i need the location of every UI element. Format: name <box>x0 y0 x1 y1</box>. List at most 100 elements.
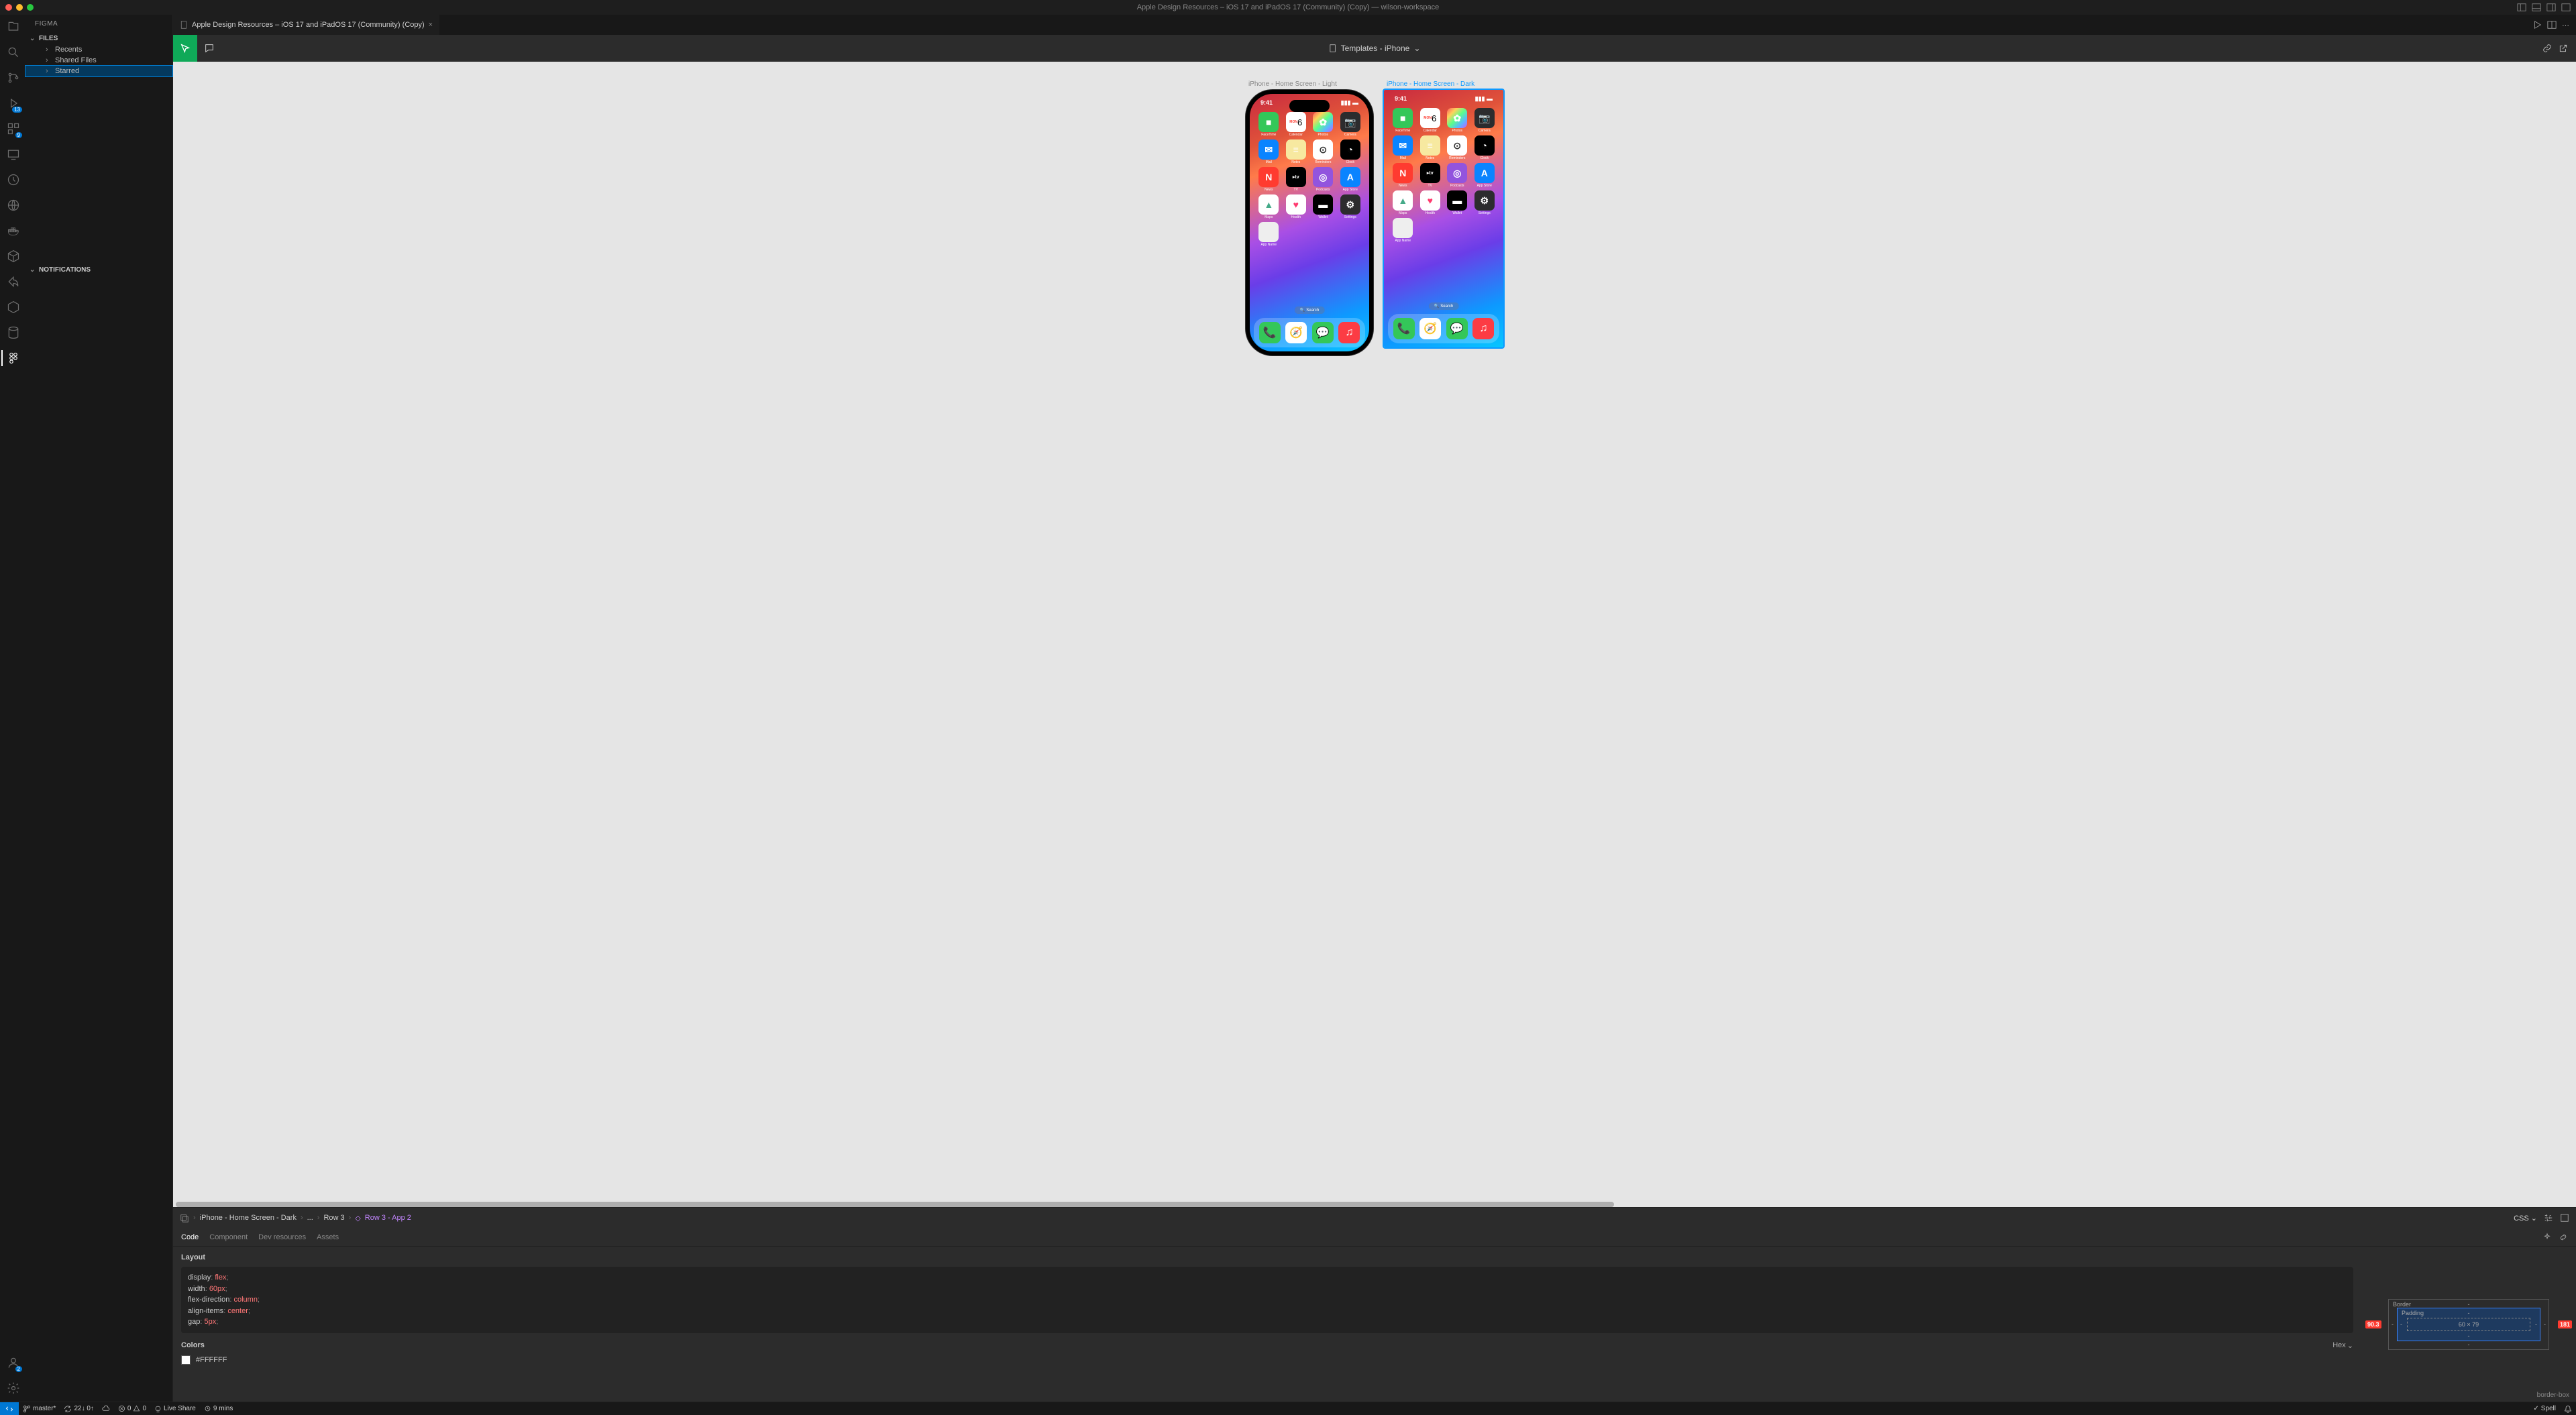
move-tool[interactable] <box>173 35 197 62</box>
color-format-selector[interactable]: Hex ⌄ <box>2332 1341 2353 1350</box>
app-icon-notes[interactable]: ≡Notes <box>1285 139 1307 164</box>
filter-icon[interactable] <box>2544 1213 2553 1223</box>
app-icon-health[interactable]: ♥Health <box>1285 194 1307 219</box>
dock-messages-icon[interactable]: 💬 <box>1312 322 1334 343</box>
errors-warnings[interactable]: 0 0 <box>114 1405 150 1412</box>
figma-canvas[interactable]: iPhone - Home Screen - Light 9:41 ▮▮▮ ▬ … <box>173 62 2576 1207</box>
comment-tool[interactable] <box>197 35 221 62</box>
app-icon-clock[interactable]: ◔Clock <box>1339 139 1362 164</box>
app-icon-maps[interactable]: ▲Maps <box>1391 190 1414 215</box>
notifications-icon[interactable] <box>2560 1405 2576 1413</box>
box-model-diagram[interactable]: - - - - Border Padding - - - - 60 <box>2388 1299 2549 1350</box>
frame-label[interactable]: iPhone - Home Screen - Dark <box>1387 80 1474 88</box>
app-icon-appname[interactable]: App Name <box>1391 218 1414 243</box>
window-maximize-button[interactable] <box>27 4 34 11</box>
tab-code[interactable]: Code <box>181 1233 199 1241</box>
cloud-status[interactable] <box>98 1405 114 1413</box>
dock-music-icon[interactable]: ♫ <box>1472 318 1494 339</box>
app-icon-appstore[interactable]: AApp Store <box>1473 163 1496 188</box>
ab-cloud[interactable] <box>5 197 21 213</box>
ab-share[interactable] <box>5 274 21 290</box>
ab-docker[interactable] <box>5 223 21 239</box>
panel-bottom-icon[interactable] <box>2532 3 2541 12</box>
iphone-screen[interactable]: 9:41 ▮▮▮ ▬ ■FaceTimeMON6Calendar✿Photos📷… <box>1250 94 1369 351</box>
frame-dark[interactable]: 9:41 ▮▮▮ ▬ ■FaceTimeMON6Calendar✿Photos📷… <box>1384 90 1503 347</box>
sidebar-item-shared[interactable]: ›Shared Files <box>25 55 172 66</box>
git-branch[interactable]: master* <box>19 1405 60 1413</box>
sidebar-section-notifications[interactable]: ⌄ NOTIFICATIONS <box>25 264 172 276</box>
tab-component[interactable]: Component <box>209 1233 248 1241</box>
app-icon-notes[interactable]: ≡Notes <box>1419 135 1442 160</box>
css-selector[interactable]: CSS ⌄ <box>2514 1214 2537 1223</box>
editor-tab[interactable]: Apple Design Resources – iOS 17 and iPad… <box>173 15 440 35</box>
ab-explorer[interactable] <box>5 19 21 35</box>
split-icon[interactable] <box>2547 20 2557 30</box>
link-icon[interactable] <box>2542 44 2552 53</box>
panel-right-icon[interactable] <box>2546 3 2556 12</box>
app-icon-reminders[interactable]: ⊙Reminders <box>1311 139 1334 164</box>
dock-messages-icon[interactable]: 💬 <box>1446 318 1468 339</box>
app-icon-tv[interactable]: ▸tvTV <box>1285 167 1307 192</box>
sidebar-section-files[interactable]: ⌄ FILES <box>25 33 172 44</box>
breadcrumb-item[interactable]: ... <box>307 1214 313 1222</box>
ab-search[interactable] <box>5 44 21 60</box>
page-selector[interactable]: Templates - iPhone ⌄ <box>1329 44 1421 53</box>
liveshare[interactable]: Live Share <box>150 1405 200 1412</box>
frame-label[interactable]: iPhone - Home Screen - Light <box>1248 80 1337 88</box>
app-icon-appstore[interactable]: AApp Store <box>1339 167 1362 192</box>
spell-check[interactable]: ✓ Spell <box>2529 1405 2560 1413</box>
panel-left-icon[interactable] <box>2517 3 2526 12</box>
ab-cube[interactable] <box>5 299 21 315</box>
tab-dev-resources[interactable]: Dev resources <box>258 1233 306 1241</box>
ab-extensions[interactable]: 9 <box>5 121 21 137</box>
play-icon[interactable] <box>2532 20 2542 30</box>
sparkle-icon[interactable] <box>2542 1233 2552 1242</box>
app-icon-settings[interactable]: ⚙Settings <box>1473 190 1496 215</box>
expand-icon[interactable] <box>2560 1213 2569 1223</box>
app-icon-news[interactable]: NNews <box>1391 163 1414 188</box>
app-icon-podcasts[interactable]: ◎Podcasts <box>1311 167 1334 192</box>
ab-box[interactable] <box>5 248 21 264</box>
css-code-block[interactable]: display: flex;width: 60px;flex-direction… <box>181 1267 2353 1333</box>
app-icon-reminders[interactable]: ⊙Reminders <box>1446 135 1468 160</box>
app-icon-wallet[interactable]: ▬Wallet <box>1311 194 1334 219</box>
app-icon-health[interactable]: ♥Health <box>1419 190 1442 215</box>
git-sync[interactable]: 22↓ 0↑ <box>60 1405 97 1413</box>
app-icon-calendar[interactable]: MON6Calendar <box>1285 112 1307 137</box>
color-chip[interactable]: #FFFFFF <box>181 1355 2353 1365</box>
ab-debug[interactable]: 13 <box>5 95 21 111</box>
ab-source-control[interactable] <box>5 70 21 86</box>
dock-safari-icon[interactable]: 🧭 <box>1419 318 1441 339</box>
breadcrumb-item[interactable]: Row 3 <box>323 1214 344 1222</box>
app-icon-tv[interactable]: ▸tvTV <box>1419 163 1442 188</box>
ab-figma[interactable] <box>5 350 21 366</box>
app-icon-settings[interactable]: ⚙Settings <box>1339 194 1362 219</box>
app-icon-photos[interactable]: ✿Photos <box>1446 108 1468 133</box>
breadcrumb-item[interactable]: iPhone - Home Screen - Dark <box>200 1214 297 1222</box>
horizontal-scrollbar[interactable] <box>176 1202 2573 1207</box>
ab-remote[interactable] <box>5 146 21 162</box>
app-icon-appname[interactable]: App Name <box>1257 222 1280 247</box>
link-plus-icon[interactable] <box>2559 1233 2568 1242</box>
app-icon-news[interactable]: NNews <box>1257 167 1280 192</box>
search-pill[interactable]: 🔍 Search <box>1429 302 1459 310</box>
app-icon-maps[interactable]: ▲Maps <box>1257 194 1280 219</box>
dock-phone-icon[interactable]: 📞 <box>1259 322 1281 343</box>
app-icon-calendar[interactable]: MON6Calendar <box>1419 108 1442 133</box>
breadcrumb-item-current[interactable]: Row 3 - App 2 <box>365 1214 411 1222</box>
tab-assets[interactable]: Assets <box>317 1233 339 1241</box>
app-icon-clock[interactable]: ◔Clock <box>1473 135 1496 160</box>
app-icon-facetime[interactable]: ■FaceTime <box>1391 108 1414 133</box>
window-close-button[interactable] <box>5 4 12 11</box>
window-minimize-button[interactable] <box>16 4 23 11</box>
time-elapsed[interactable]: 9 mins <box>200 1405 237 1412</box>
close-icon[interactable]: × <box>429 21 433 29</box>
app-icon-facetime[interactable]: ■FaceTime <box>1257 112 1280 137</box>
app-icon-camera[interactable]: 📷Camera <box>1339 112 1362 137</box>
app-icon-camera[interactable]: 📷Camera <box>1473 108 1496 133</box>
layers-icon[interactable] <box>180 1213 189 1223</box>
search-pill[interactable]: 🔍 Search <box>1295 306 1325 314</box>
ab-timeline[interactable] <box>5 172 21 188</box>
layout-icon[interactable] <box>2561 3 2571 12</box>
ab-database[interactable] <box>5 325 21 341</box>
